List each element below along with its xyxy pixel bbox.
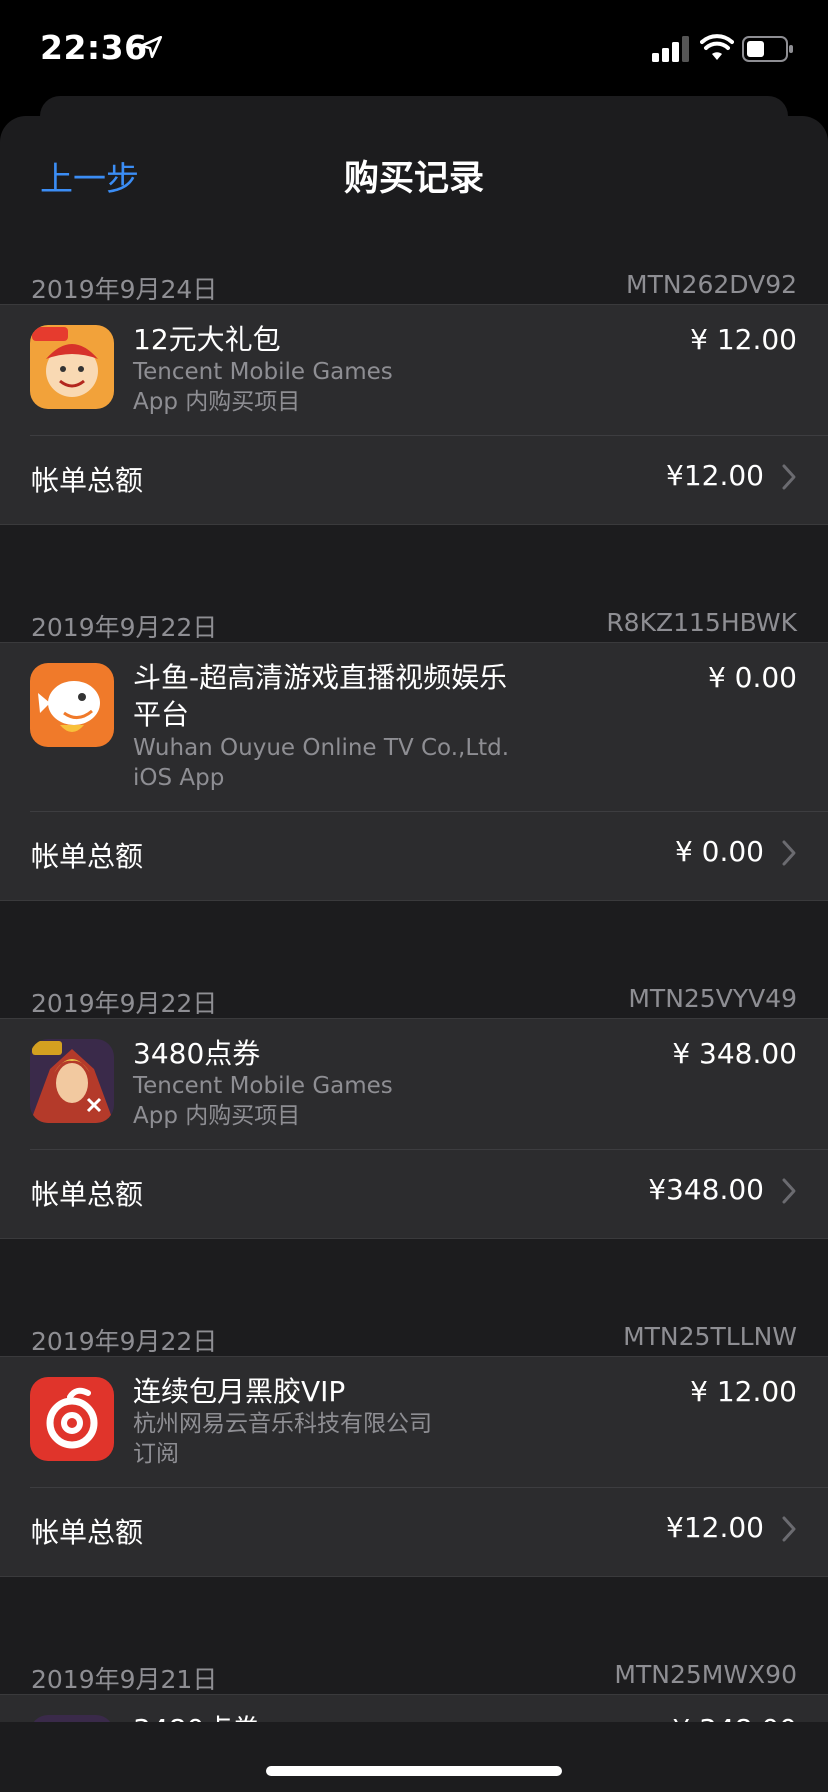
divider <box>30 435 828 436</box>
divider <box>30 811 828 812</box>
item-kind: App 内购买项目 <box>133 1103 301 1129</box>
item-price: ¥ 12.00 <box>690 323 797 356</box>
bill-total-value: ¥348.00 <box>648 1173 764 1206</box>
seller-name: Wuhan Ouyue Online TV Co.,Ltd. <box>133 735 510 761</box>
order-id: MTN25TLLNW <box>623 1322 797 1351</box>
chevron-right-icon <box>782 1516 796 1542</box>
bill-total-label: 帐单总额 <box>31 1178 144 1211</box>
seller-name: 杭州网易云音乐科技有限公司 <box>133 1411 432 1437</box>
bottom-bar <box>0 1722 828 1792</box>
order-id: R8KZ115HBWK <box>606 608 797 637</box>
purchase-card: 连续包月黑胶VIP 杭州网易云音乐科技有限公司 订阅 ¥ 12.00 帐单总额 … <box>0 1356 828 1577</box>
doudizhu-game-icon <box>30 325 114 409</box>
bill-total-label: 帐单总额 <box>31 464 144 497</box>
item-name: 连续包月黑胶VIP <box>133 1375 346 1408</box>
battery-icon <box>742 36 793 62</box>
item-name: 斗鱼-超高清游戏直播视频娱乐平台 <box>133 661 508 731</box>
item-kind: App 内购买项目 <box>133 389 301 415</box>
douyu-fish-icon <box>30 663 114 747</box>
status-time: 22:36 <box>40 28 148 67</box>
divider <box>30 1487 828 1488</box>
item-name: 12元大礼包 <box>133 323 281 356</box>
bill-total-value: ¥12.00 <box>666 459 764 492</box>
seller-name: Tencent Mobile Games <box>133 359 393 385</box>
purchase-card: 斗鱼-超高清游戏直播视频娱乐平台 Wuhan Ouyue Online TV C… <box>0 642 828 901</box>
home-indicator[interactable] <box>266 1766 562 1776</box>
purchase-card: 3480点券 Tencent Mobile Games App 内购买项目 ¥ … <box>0 1018 828 1239</box>
item-price: ¥ 0.00 <box>707 661 797 694</box>
item-kind: 订阅 <box>133 1441 179 1467</box>
purchase-date: 2019年9月22日 <box>31 613 218 642</box>
bill-total-label: 帐单总额 <box>31 840 144 873</box>
order-id: MTN25VYV49 <box>628 984 797 1013</box>
item-price: ¥ 12.00 <box>690 1375 797 1408</box>
honor-of-kings-icon <box>30 1039 114 1123</box>
chevron-right-icon <box>782 464 796 490</box>
bill-total-value: ¥ 0.00 <box>674 835 764 868</box>
purchase-history-sheet: 上一步 购买记录 2019年9月24日 MTN262DV92 12元大礼包 Te… <box>0 116 828 1792</box>
item-name: 3480点券 <box>133 1037 261 1070</box>
purchase-date: 2019年9月21日 <box>31 1665 218 1694</box>
chevron-right-icon <box>782 840 796 866</box>
item-price: ¥ 348.00 <box>672 1037 797 1070</box>
divider <box>30 1149 828 1150</box>
chevron-right-icon <box>782 1178 796 1204</box>
bill-total-label: 帐单总额 <box>31 1516 144 1549</box>
netease-music-icon <box>30 1377 114 1461</box>
order-id: MTN25MWX90 <box>614 1660 797 1689</box>
status-bar: 22:36 <box>0 0 828 100</box>
purchase-date: 2019年9月22日 <box>31 989 218 1018</box>
item-kind: iOS App <box>133 765 225 791</box>
cellular-signal-icon <box>652 36 689 62</box>
page-title: 购买记录 <box>343 159 484 199</box>
bill-total-value: ¥12.00 <box>666 1511 764 1544</box>
seller-name: Tencent Mobile Games <box>133 1073 393 1099</box>
wifi-icon <box>700 34 734 60</box>
order-id: MTN262DV92 <box>626 270 797 299</box>
purchase-date: 2019年9月22日 <box>31 1327 218 1356</box>
location-arrow-icon <box>139 35 163 59</box>
purchase-card: 12元大礼包 Tencent Mobile Games App 内购买项目 ¥ … <box>0 304 828 525</box>
purchase-date: 2019年9月24日 <box>31 275 218 304</box>
